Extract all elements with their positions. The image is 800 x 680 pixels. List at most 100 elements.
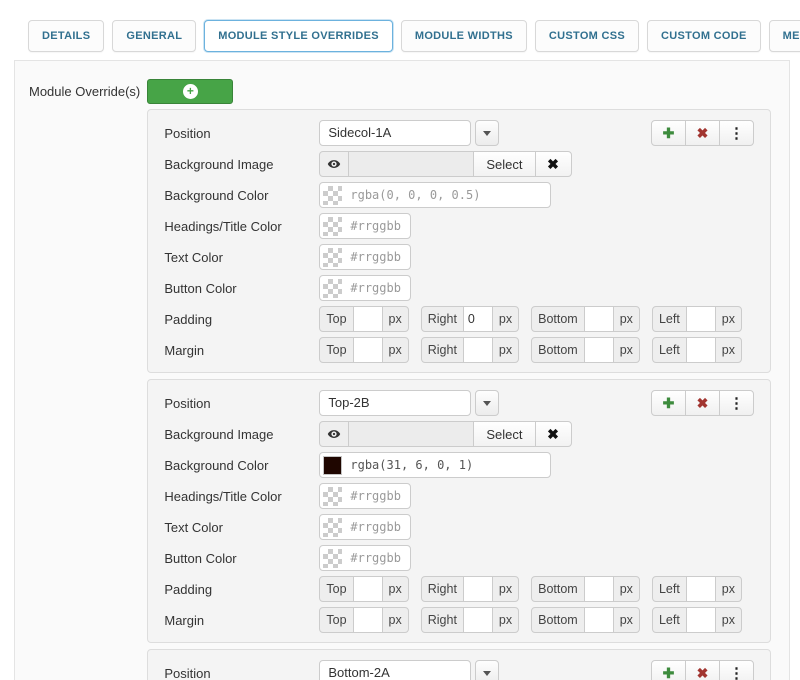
add-row-button[interactable]: ✚ (651, 120, 686, 146)
background-color-input[interactable] (348, 187, 546, 203)
delete-row-button[interactable]: ✖ (685, 390, 720, 416)
tab-custom-code[interactable]: CUSTOM CODE (647, 20, 761, 52)
padding-left-input[interactable] (686, 306, 716, 332)
padding-bottom-input[interactable] (584, 576, 614, 602)
select-image-button[interactable]: Select (473, 421, 535, 447)
margin-row: Margin Top px Right px Bottom px Left px (164, 337, 754, 363)
px-addon: px (715, 607, 742, 633)
padding-top-input[interactable] (353, 576, 383, 602)
headings-color-input[interactable] (348, 218, 406, 234)
add-row-button[interactable]: ✚ (651, 390, 686, 416)
tab-module-widths[interactable]: MODULE WIDTHS (401, 20, 527, 52)
padding-left-input[interactable] (686, 576, 716, 602)
px-addon: px (382, 337, 409, 363)
margin-left-group: Left px (652, 607, 742, 633)
tab-details[interactable]: DETAILS (28, 20, 104, 52)
px-addon: px (382, 576, 409, 602)
margin-left-input[interactable] (686, 337, 716, 363)
button-color-input[interactable] (348, 550, 406, 566)
preview-image-button[interactable] (319, 151, 349, 177)
clear-image-button[interactable]: ✖ (535, 151, 572, 177)
preview-image-button[interactable] (319, 421, 349, 447)
position-select[interactable]: Sidecol-1A (319, 120, 471, 146)
background-color-field (319, 182, 551, 208)
chevron-down-icon (483, 131, 491, 136)
overrides-list: Position Sidecol-1A ✚ ✖ ⋮ Background Ima… (147, 109, 780, 680)
drag-handle-button[interactable]: ⋮ (719, 390, 754, 416)
add-row-button[interactable]: ✚ (651, 660, 686, 680)
override-panel: Position Sidecol-1A ✚ ✖ ⋮ Background Ima… (147, 109, 771, 373)
text-color-input[interactable] (348, 249, 406, 265)
tab-custom-css[interactable]: CUSTOM CSS (535, 20, 639, 52)
override-actions-group: ✚ ✖ ⋮ (651, 660, 754, 680)
position-row: Position Sidecol-1A ✚ ✖ ⋮ (164, 120, 754, 146)
position-select-caret-button[interactable] (475, 390, 499, 416)
color-swatch (323, 248, 342, 267)
button-color-field (319, 545, 411, 571)
delete-row-button[interactable]: ✖ (685, 660, 720, 680)
px-addon: px (613, 306, 640, 332)
position-row: Position Bottom-2A ✚ ✖ ⋮ (164, 660, 754, 680)
margin-bottom-input[interactable] (584, 607, 614, 633)
tab-module-style-overrides[interactable]: MODULE STYLE OVERRIDES (204, 20, 393, 52)
button-color-input[interactable] (348, 280, 406, 296)
position-select[interactable]: Top-2B (319, 390, 471, 416)
position-label: Position (164, 396, 319, 411)
padding-left-group: Left px (652, 576, 742, 602)
add-override-button[interactable]: + (147, 79, 233, 104)
headings-color-label: Headings/Title Color (164, 219, 319, 234)
margin-bottom-input[interactable] (584, 337, 614, 363)
x-icon: ✖ (697, 126, 709, 140)
text-color-field (319, 514, 411, 540)
tab-bar: DETAILS GENERAL MODULE STYLE OVERRIDES M… (0, 0, 800, 60)
plus-icon: ✚ (663, 396, 675, 410)
eye-icon (327, 427, 341, 441)
plus-circle-icon: + (183, 84, 198, 99)
tab-general[interactable]: GENERAL (112, 20, 196, 52)
position-select-caret-button[interactable] (475, 660, 499, 680)
margin-top-input[interactable] (353, 337, 383, 363)
padding-bottom-input[interactable] (584, 306, 614, 332)
padding-right-input[interactable] (463, 306, 493, 332)
text-color-label: Text Color (164, 520, 319, 535)
background-color-input[interactable] (348, 457, 546, 473)
background-image-input[interactable] (348, 421, 474, 447)
clear-image-button[interactable]: ✖ (535, 421, 572, 447)
side-bottom-addon: Bottom (531, 607, 585, 633)
position-select[interactable]: Bottom-2A (319, 660, 471, 680)
margin-right-input[interactable] (463, 607, 493, 633)
headings-color-input[interactable] (348, 488, 406, 504)
tab-menu-assignment[interactable]: MENU ASSIGNMENT (769, 20, 800, 52)
select-image-button[interactable]: Select (473, 151, 535, 177)
position-label: Position (164, 666, 319, 680)
button-color-label: Button Color (164, 551, 319, 566)
side-left-addon: Left (652, 306, 687, 332)
chevron-down-icon (483, 671, 491, 676)
side-bottom-addon: Bottom (531, 306, 585, 332)
background-image-label: Background Image (164, 427, 319, 442)
px-addon: px (613, 337, 640, 363)
margin-right-input[interactable] (463, 337, 493, 363)
delete-row-button[interactable]: ✖ (685, 120, 720, 146)
drag-handle-button[interactable]: ⋮ (719, 660, 754, 680)
margin-top-input[interactable] (353, 607, 383, 633)
x-icon: ✖ (697, 396, 709, 410)
position-select-caret-button[interactable] (475, 120, 499, 146)
color-swatch (323, 186, 342, 205)
text-color-input[interactable] (348, 519, 406, 535)
margin-bottom-group: Bottom px (531, 607, 640, 633)
margin-left-input[interactable] (686, 607, 716, 633)
margin-right-group: Right px (421, 337, 519, 363)
drag-handle-button[interactable]: ⋮ (719, 120, 754, 146)
vertical-dots-icon: ⋮ (729, 666, 744, 680)
headings-color-row: Headings/Title Color (164, 483, 754, 509)
padding-top-input[interactable] (353, 306, 383, 332)
background-image-input[interactable] (348, 151, 474, 177)
chevron-down-icon (483, 401, 491, 406)
padding-row: Padding Top px Right px Bottom px Left p… (164, 306, 754, 332)
margin-right-group: Right px (421, 607, 519, 633)
padding-right-input[interactable] (463, 576, 493, 602)
background-color-row: Background Color (164, 452, 754, 478)
position-label: Position (164, 126, 319, 141)
side-bottom-addon: Bottom (531, 576, 585, 602)
